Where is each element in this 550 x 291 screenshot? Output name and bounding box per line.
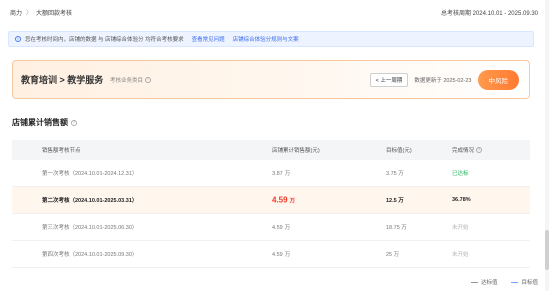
legend-item-achieved[interactable]: 达标值 — [470, 278, 498, 286]
section-title-text: 店铺累计销售额 — [12, 118, 68, 127]
category-subtitle-label: 考核业务类目 — [110, 77, 144, 84]
legend-item-target[interactable]: 目标值 — [511, 278, 538, 286]
row-target: 12.5 万 — [386, 198, 404, 204]
category-card: 教育培训 > 教学服务 考核业务类目 ? < 上一周期 数据更新于 2025-0… — [12, 60, 530, 99]
table-row: 第一次考核（2024.10.01-2024.12.31） 3.87 万 3.75… — [12, 160, 530, 187]
notice-text: 您在考核时间内，店铺的数据 与 店铺综合体验分 均符合考核要求 — [25, 37, 184, 43]
row-status: 未开始 — [452, 225, 469, 231]
row-node: 第四次考核（2024.10.01-2025.09.30） — [42, 252, 138, 258]
data-updated-time: 数据更新于 2025-02-23 — [414, 78, 472, 84]
help-circle-icon[interactable]: ? — [71, 119, 77, 126]
table-row-current: 第二次考核（2024.10.01-2025.03.31） 4.59 万 12.5… — [12, 187, 530, 214]
sales-table: 销售额考核节点 店铺累计销售额(元) 目标值(元) 完成情况 ? 第一次考核（2… — [12, 140, 530, 268]
assessment-period: 总考核周期 2024.10.01 - 2025.09.30 — [440, 11, 538, 17]
header-target: 目标值(元) — [386, 148, 412, 154]
row-target: 18.75 万 — [386, 225, 407, 231]
row-status: 已达标 — [452, 171, 469, 177]
help-circle-icon[interactable]: ? — [145, 76, 152, 83]
row-node: 第一次考核（2024.10.01-2024.12.31） — [42, 171, 138, 177]
row-sales-unit: 万 — [289, 198, 296, 205]
previous-period-button[interactable]: < 上一周期 — [369, 73, 409, 87]
legend-line-icon — [511, 281, 519, 283]
row-sales: 4.59 万 — [272, 223, 290, 231]
rules-link[interactable]: 店铺综合体验分规则与文案 — [233, 35, 299, 43]
table-row: 第四次考核（2024.10.01-2025.09.30） 4.59 万 25 万… — [12, 241, 530, 268]
help-circle-icon[interactable]: ? — [476, 147, 483, 153]
row-status: 未开始 — [452, 252, 469, 258]
row-sales-value: 4.59 — [272, 225, 283, 231]
legend-label: 目标值 — [521, 280, 538, 286]
table-header: 销售额考核节点 店铺累计销售额(元) 目标值(元) 完成情况 ? — [12, 140, 530, 160]
header-sales: 店铺累计销售额(元) — [272, 148, 320, 154]
breadcrumb-current: 大额回款考核 — [36, 11, 73, 17]
row-sales-value: 4.59 — [272, 252, 283, 258]
row-sales-value: 3.87 — [272, 171, 283, 177]
breadcrumb-separator: 〉 — [26, 11, 33, 17]
table-row: 第三次考核（2024.10.01-2025.06.30） 4.59 万 18.7… — [12, 214, 530, 241]
legend-label: 达标值 — [480, 280, 498, 286]
row-target: 3.75 万 — [386, 171, 404, 177]
breadcrumb: 商力 〉 大额回款考核 — [10, 8, 72, 17]
chart-legend: 达标值 目标值 — [470, 278, 538, 286]
row-sales-value: 4.59 — [272, 195, 288, 205]
row-node: 第三次考核（2024.10.01-2025.06.30） — [42, 225, 138, 231]
row-sales-unit: 万 — [284, 252, 291, 258]
notice-banner: i 您在考核时间内，店铺的数据 与 店铺综合体验分 均符合考核要求 查看常见问题… — [8, 31, 534, 47]
risk-level-badge: 中风险 — [477, 70, 519, 90]
card-actions: < 上一周期 数据更新于 2025-02-23 中风险 — [369, 70, 519, 90]
faq-link[interactable]: 查看常见问题 — [192, 35, 225, 43]
header-completion-label: 完成情况 — [452, 148, 475, 154]
row-sales: 4.59 万 — [272, 196, 295, 205]
row-node: 第二次考核（2024.10.01-2025.03.31） — [42, 198, 138, 204]
header-node: 销售额考核节点 — [42, 148, 81, 154]
row-sales: 3.87 万 — [272, 169, 290, 177]
category-title: 教育培训 > 教学服务 — [21, 75, 104, 85]
legend-line-icon — [470, 281, 478, 283]
row-status: 36.78% — [452, 197, 471, 203]
header-completion: 完成情况 ? — [452, 146, 483, 154]
breadcrumb-home[interactable]: 商力 — [10, 8, 22, 17]
category-subtitle: 考核业务类目 ? — [110, 76, 152, 84]
row-target: 25 万 — [386, 252, 400, 258]
section-title: 店铺累计销售额 ? — [12, 117, 77, 128]
scrollbar-thumb[interactable] — [545, 230, 549, 270]
info-icon: i — [15, 36, 21, 42]
row-sales-unit: 万 — [284, 171, 291, 177]
row-sales: 4.59 万 — [272, 250, 290, 258]
row-sales-unit: 万 — [284, 225, 291, 231]
